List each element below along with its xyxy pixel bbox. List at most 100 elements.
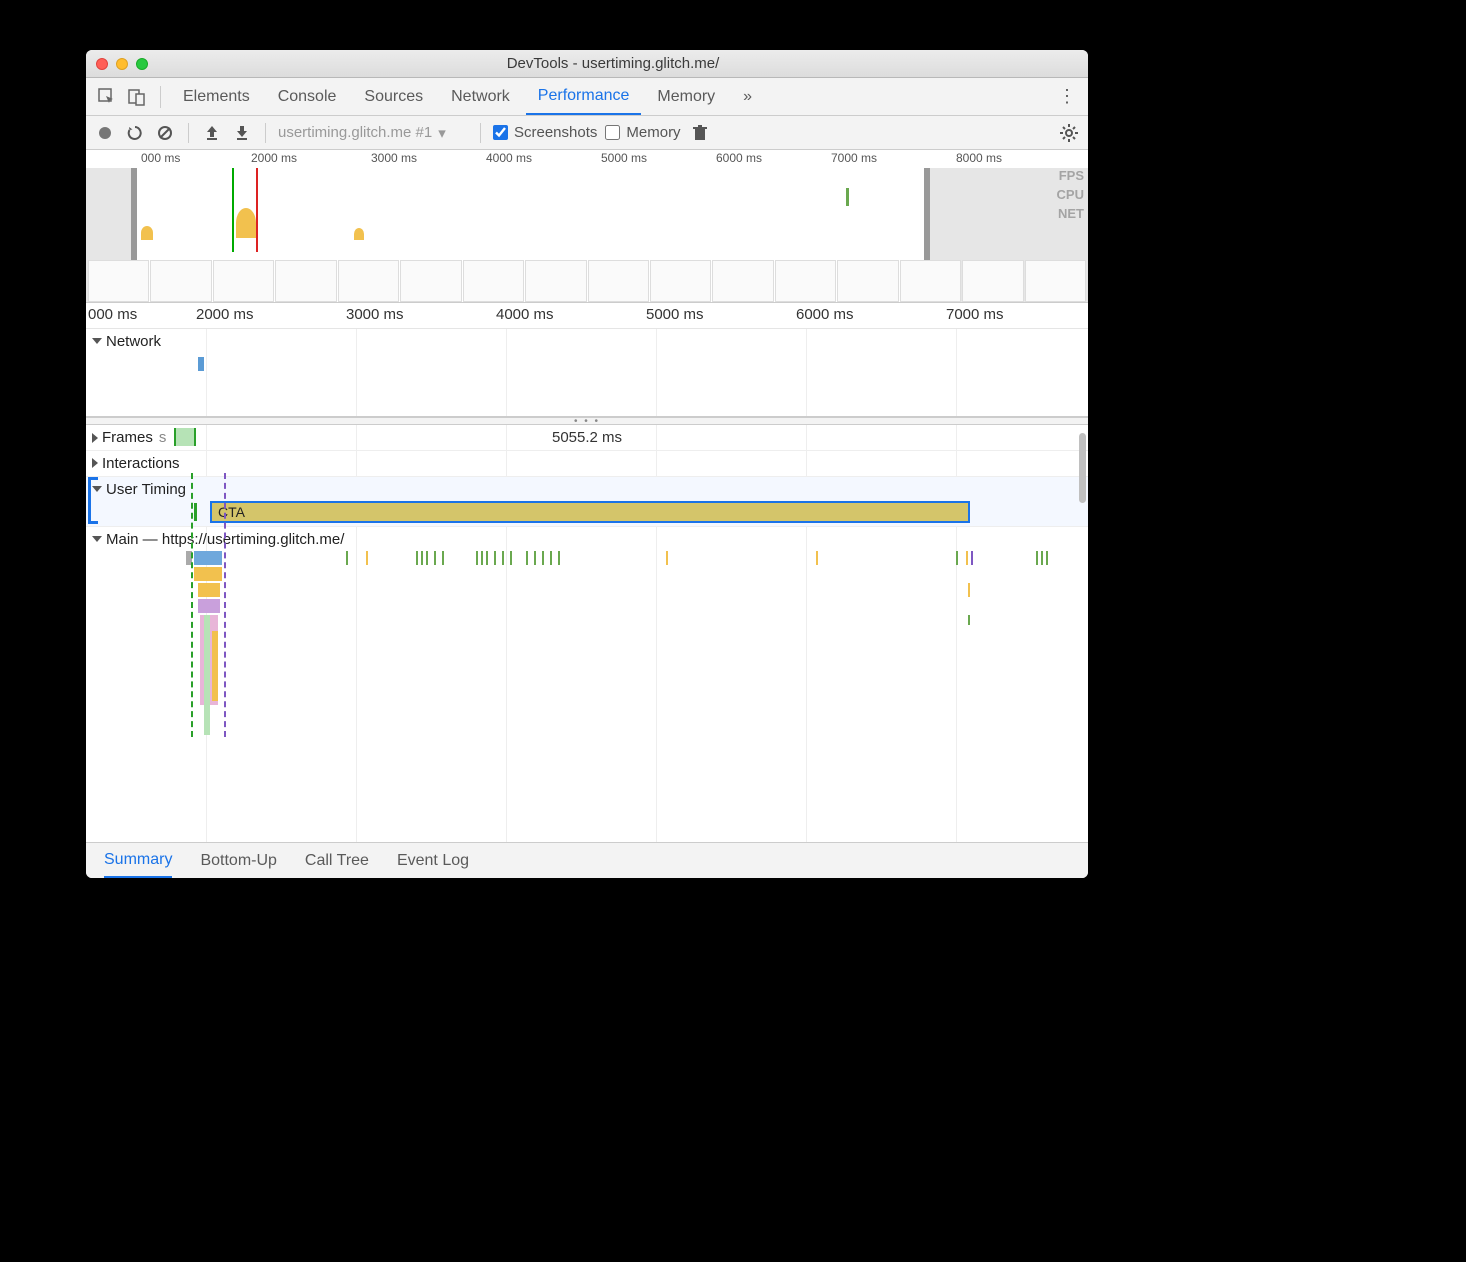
network-track[interactable]: Network — [86, 329, 1088, 417]
filmstrip-frame[interactable] — [900, 260, 961, 302]
filmstrip-frame[interactable] — [712, 260, 773, 302]
filmstrip-frame[interactable] — [338, 260, 399, 302]
detail-ruler[interactable]: 000 ms 2000 ms 3000 ms 4000 ms 5000 ms 6… — [86, 303, 1088, 329]
upload-icon[interactable] — [201, 122, 223, 144]
filmstrip-frame[interactable] — [525, 260, 586, 302]
gear-icon[interactable] — [1058, 122, 1080, 144]
clear-icon[interactable] — [154, 122, 176, 144]
flame-event[interactable] — [366, 551, 368, 565]
flame-event[interactable] — [816, 551, 818, 565]
flame-event[interactable] — [212, 631, 218, 701]
filmstrip-frame[interactable] — [1025, 260, 1086, 302]
filmstrip-frame[interactable] — [962, 260, 1023, 302]
tab-summary[interactable]: Summary — [104, 843, 172, 878]
flame-event[interactable] — [534, 551, 536, 565]
record-icon[interactable] — [94, 122, 116, 144]
overview-body[interactable] — [86, 168, 1088, 302]
flame-event[interactable] — [968, 583, 970, 597]
filmstrip-frame[interactable] — [775, 260, 836, 302]
flame-event[interactable] — [542, 551, 544, 565]
filmstrip-frame[interactable] — [837, 260, 898, 302]
flame-event[interactable] — [1036, 551, 1038, 565]
flame-event[interactable] — [481, 551, 483, 565]
filmstrip-frame[interactable] — [650, 260, 711, 302]
flame-event[interactable] — [194, 567, 222, 581]
recording-select[interactable]: usertiming.glitch.me #1 ▾ — [278, 124, 468, 142]
inspect-icon[interactable] — [94, 84, 120, 110]
tab-sources[interactable]: Sources — [352, 78, 435, 115]
flame-event[interactable] — [510, 551, 512, 565]
flame-event[interactable] — [526, 551, 528, 565]
interactions-track[interactable]: Interactions — [86, 451, 1088, 477]
network-request-bar[interactable] — [198, 357, 204, 371]
kebab-menu-icon[interactable]: ⋮ — [1054, 86, 1080, 107]
tab-bottom-up[interactable]: Bottom-Up — [200, 843, 276, 878]
tab-console[interactable]: Console — [266, 78, 349, 115]
flame-chart[interactable] — [86, 551, 1088, 737]
flame-event[interactable] — [421, 551, 423, 565]
scrollbar[interactable] — [1079, 433, 1086, 503]
frames-track[interactable]: Frames s 5055.2 ms — [86, 425, 1088, 451]
overview-timeline[interactable]: 000 ms 2000 ms 3000 ms 4000 ms 5000 ms 6… — [86, 150, 1088, 303]
tab-call-tree[interactable]: Call Tree — [305, 843, 369, 878]
filmstrip-frame[interactable] — [213, 260, 274, 302]
flame-event[interactable] — [204, 615, 210, 735]
flame-event[interactable] — [550, 551, 552, 565]
flame-event[interactable] — [442, 551, 444, 565]
filmstrip-frame[interactable] — [150, 260, 211, 302]
user-timing-track-header[interactable]: User Timing — [86, 477, 1088, 501]
device-toggle-icon[interactable] — [124, 84, 150, 110]
user-timing-measure-cta[interactable]: CTA — [210, 501, 970, 523]
main-thread-header[interactable]: Main — https://usertiming.glitch.me/ — [86, 527, 1088, 551]
filmstrip-frame[interactable] — [275, 260, 336, 302]
flame-event[interactable] — [1041, 551, 1043, 565]
flame-event[interactable] — [198, 599, 220, 613]
horizontal-resize-handle[interactable]: • • • — [86, 417, 1088, 425]
memory-checkbox[interactable]: Memory — [605, 124, 680, 141]
flame-event[interactable] — [194, 551, 222, 565]
zoom-window-button[interactable] — [136, 58, 148, 70]
flame-event[interactable] — [346, 551, 348, 565]
flame-event[interactable] — [966, 551, 968, 565]
minimize-window-button[interactable] — [116, 58, 128, 70]
tab-performance[interactable]: Performance — [526, 78, 642, 115]
flame-event[interactable] — [416, 551, 418, 565]
flame-event[interactable] — [971, 551, 973, 565]
user-timing-track[interactable]: User Timing CTA — [86, 477, 1088, 527]
tab-event-log[interactable]: Event Log — [397, 843, 469, 878]
flame-event[interactable] — [486, 551, 488, 565]
memory-checkbox-input[interactable] — [605, 125, 620, 140]
user-timing-mark[interactable] — [194, 503, 197, 521]
screenshots-checkbox-input[interactable] — [493, 125, 508, 140]
screenshots-checkbox[interactable]: Screenshots — [493, 124, 597, 141]
flame-event[interactable] — [494, 551, 496, 565]
flamechart-scroll[interactable]: Frames s 5055.2 ms Interactions U — [86, 425, 1088, 842]
main-thread-track[interactable]: Main — https://usertiming.glitch.me/ — [86, 527, 1088, 737]
flame-event[interactable] — [1046, 551, 1048, 565]
flame-event[interactable] — [198, 583, 220, 597]
flame-event[interactable] — [558, 551, 560, 565]
flame-event[interactable] — [968, 615, 970, 625]
filmstrip-frame[interactable] — [588, 260, 649, 302]
tabs-overflow[interactable]: » — [731, 78, 764, 115]
tab-network[interactable]: Network — [439, 78, 522, 115]
flame-event[interactable] — [666, 551, 668, 565]
flame-event[interactable] — [476, 551, 478, 565]
network-track-header[interactable]: Network — [86, 329, 167, 353]
filmstrip-frame[interactable] — [88, 260, 149, 302]
tab-memory[interactable]: Memory — [645, 78, 727, 115]
tab-elements[interactable]: Elements — [171, 78, 262, 115]
flame-event[interactable] — [956, 551, 958, 565]
flame-event[interactable] — [434, 551, 436, 565]
flame-event[interactable] — [502, 551, 504, 565]
interactions-track-header[interactable]: Interactions — [86, 451, 1088, 475]
download-icon[interactable] — [231, 122, 253, 144]
close-window-button[interactable] — [96, 58, 108, 70]
filmstrip-frame[interactable] — [400, 260, 461, 302]
trash-icon[interactable] — [689, 122, 711, 144]
reload-icon[interactable] — [124, 122, 146, 144]
frame-chip[interactable] — [174, 428, 196, 446]
flame-event[interactable] — [426, 551, 428, 565]
frames-track-header[interactable]: Frames s — [86, 426, 172, 450]
filmstrip-frame[interactable] — [463, 260, 524, 302]
